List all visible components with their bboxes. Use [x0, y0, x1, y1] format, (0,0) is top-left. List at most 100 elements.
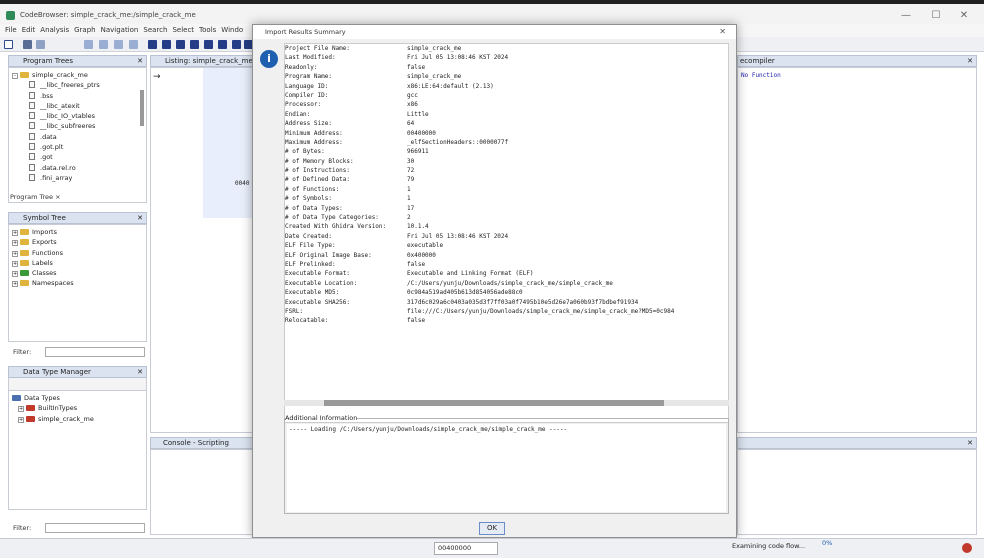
summary-value: 00400000 [407, 129, 436, 137]
menu-item[interactable]: Tools [199, 24, 216, 37]
tree-item[interactable]: .fini_array [12, 173, 143, 183]
scrollbar-thumb[interactable] [324, 400, 664, 406]
symbol-filter-input[interactable] [45, 347, 145, 357]
dtm-toolbar [8, 378, 147, 390]
summary-row: Executable Format: Executable and Linking… [285, 269, 728, 278]
nav-icon[interactable] [99, 40, 108, 49]
close-panel-icon[interactable]: ✕ [967, 56, 973, 66]
summary-table: Project File Name: simple_crack_me Last Mo… [284, 43, 729, 423]
tree-item[interactable]: __libc_atexit [12, 101, 143, 111]
close-panel-icon[interactable]: ✕ [137, 367, 143, 377]
data-type-manager-panel: Data Type Manager ✕ Data Types + BuiltInT… [8, 366, 147, 516]
dialog-close-button[interactable]: ✕ [719, 25, 726, 39]
d-icon[interactable] [176, 40, 185, 49]
dtm-filter-input[interactable] [45, 523, 145, 533]
l-icon[interactable] [204, 40, 213, 49]
tree-item[interactable]: + Exports [12, 237, 143, 247]
tree-item[interactable]: .data [12, 132, 143, 142]
r-icon[interactable] [232, 40, 241, 49]
summary-key: Created With Ghidra Version: [285, 223, 387, 231]
listing-header: Listing: simple_crack_me [150, 55, 254, 67]
summary-key: Date Created: [285, 232, 332, 240]
tree-item[interactable]: + Imports [12, 227, 143, 237]
tree-item[interactable]: + Functions [12, 248, 143, 258]
maximize-button[interactable]: ☐ [928, 10, 944, 21]
tree-root[interactable]: - simple_crack_me [12, 70, 143, 80]
tree-item[interactable]: __libc_freeres_ptrs [12, 80, 143, 90]
down-arrow-icon[interactable] [148, 40, 157, 49]
save-icon[interactable] [4, 40, 13, 49]
close-panel-icon[interactable]: ✕ [967, 438, 973, 448]
summary-row: Date Created: Fri Jul 05 13:08:46 KST 202… [285, 232, 728, 241]
summary-value: simple_crack_me [407, 45, 462, 52]
program-tree-tab[interactable]: Program Tree × [10, 193, 61, 201]
f-icon[interactable] [218, 40, 227, 49]
nav-icon[interactable] [84, 40, 93, 49]
close-panel-icon[interactable]: ✕ [137, 56, 143, 66]
summary-key: FSRL: [285, 307, 304, 315]
minimize-button[interactable]: — [898, 10, 914, 21]
summary-row: Minimum Address: 00400000 [285, 129, 728, 138]
tree-item[interactable]: __libc_subfreeres [12, 121, 143, 131]
summary-key: Minimum Address: [285, 129, 343, 137]
tree-item[interactable]: + BuiltInTypes [12, 403, 143, 413]
summary-row: # of Defined Data: 79 [285, 175, 728, 184]
decompiler-view[interactable]: No Function [737, 67, 977, 433]
summary-key: Relocatable: [285, 317, 329, 325]
error-icon[interactable] [962, 543, 972, 553]
menu-item[interactable]: Navigation [101, 24, 139, 37]
summary-value: false [407, 260, 426, 268]
menu-item[interactable]: Edit [22, 24, 36, 37]
summary-value: 79 [407, 176, 415, 184]
menu-item[interactable]: Search [143, 24, 167, 37]
i-icon[interactable] [162, 40, 171, 49]
summary-value: 0c984a519ad405b613d854056ade88c0 [407, 289, 523, 297]
summary-row: FSRL: file:///C:/Users/yunju/Downloads/si… [285, 307, 728, 316]
summary-key: # of Data Types: [285, 204, 343, 212]
tree-root[interactable]: Data Types [12, 393, 143, 403]
ok-button[interactable]: OK [479, 522, 505, 535]
horizontal-scrollbar[interactable] [284, 400, 729, 406]
tree-item[interactable]: + Classes [12, 268, 143, 278]
tree-item[interactable]: __libc_IO_vtables [12, 111, 143, 121]
tree-item[interactable]: + Namespaces [12, 278, 143, 288]
tree-item[interactable]: .bss [12, 91, 143, 101]
tree-item[interactable]: + simple_crack_me [12, 414, 143, 424]
tree-item[interactable]: .data.rel.ro [12, 163, 143, 173]
nav-icon[interactable] [129, 40, 138, 49]
menu-item[interactable]: Windo [221, 24, 243, 37]
summary-key: # of Bytes: [285, 148, 325, 156]
summary-row: Program Name: simple_crack_me [285, 72, 728, 81]
bottom-header: ✕ [737, 437, 977, 449]
menu-item[interactable]: File [5, 24, 17, 37]
summary-row: Endian: Little [285, 110, 728, 119]
scrollbar-thumb[interactable] [140, 90, 144, 126]
ghidra-logo-icon [6, 11, 15, 20]
import-results-dialog: Import Results Summary ✕ i Project File … [252, 24, 737, 538]
tree-item[interactable]: + Labels [12, 258, 143, 268]
menu-item[interactable]: Graph [74, 24, 95, 37]
summary-value: 72 [407, 167, 415, 175]
summary-key: Processor: [285, 101, 322, 109]
console-panel: Console - Scripting [150, 437, 254, 537]
close-button[interactable]: ✕ [956, 10, 972, 21]
symbol-tree-title: Symbol Tree [23, 214, 66, 222]
tree-item[interactable]: .got.plt [12, 142, 143, 152]
forward-icon[interactable] [36, 40, 45, 49]
menu-item[interactable]: Select [172, 24, 194, 37]
listing-view[interactable]: 0040 → [150, 67, 254, 433]
back-icon[interactable] [23, 40, 32, 49]
summary-key: # of Symbols: [285, 195, 332, 203]
summary-key: ELF Original Image Base: [285, 251, 372, 259]
close-panel-icon[interactable]: ✕ [137, 213, 143, 223]
console-header: Console - Scripting [150, 437, 254, 449]
tree-item[interactable]: .got [12, 152, 143, 162]
summary-key: Compiler ID: [285, 91, 329, 99]
menu-item[interactable]: Analysis [40, 24, 69, 37]
summary-value: Little [407, 110, 429, 118]
nav-icon[interactable] [114, 40, 123, 49]
status-address: 00400000 [434, 542, 498, 555]
console-output[interactable] [150, 449, 254, 535]
u-icon[interactable] [190, 40, 199, 49]
symbol-filter: Filter: [10, 346, 147, 358]
